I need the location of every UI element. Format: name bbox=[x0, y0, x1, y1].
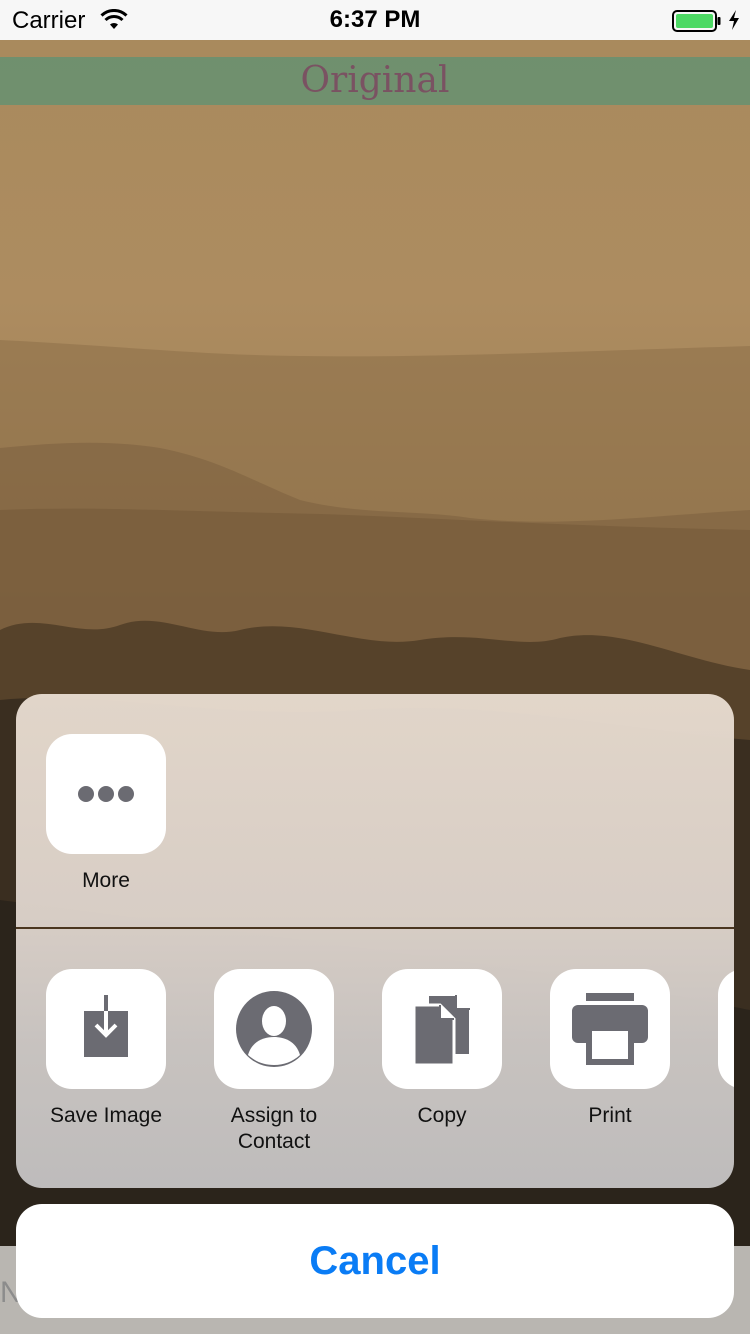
save-image-button[interactable] bbox=[46, 969, 166, 1089]
status-time: 6:37 PM bbox=[329, 6, 421, 33]
copy-icon bbox=[412, 994, 471, 1067]
more-dots-icon bbox=[78, 786, 134, 802]
charging-bolt-icon bbox=[729, 10, 739, 30]
next-action-tile[interactable] bbox=[718, 969, 734, 1089]
share-sheet: More Save Image Assign to Contact Copy P… bbox=[16, 694, 734, 1188]
more-button[interactable] bbox=[46, 734, 166, 854]
assign-to-contact-button[interactable] bbox=[214, 969, 334, 1089]
save-image-label: Save Image bbox=[49, 1104, 163, 1127]
print-label: Print bbox=[588, 1104, 632, 1127]
copy-button[interactable] bbox=[382, 969, 502, 1089]
image-title: Original bbox=[300, 60, 450, 101]
more-label: More bbox=[82, 869, 130, 892]
battery-icon bbox=[672, 10, 721, 32]
assign-to-contact-label: Assign to Contact bbox=[230, 1104, 318, 1153]
cancel-button[interactable]: Cancel bbox=[16, 1204, 734, 1318]
cancel-label: Cancel bbox=[309, 1239, 441, 1283]
title-band: Original bbox=[0, 57, 750, 105]
print-button[interactable] bbox=[550, 969, 670, 1089]
save-image-icon bbox=[84, 995, 128, 1057]
print-icon bbox=[572, 993, 648, 1065]
contact-icon bbox=[236, 991, 312, 1067]
copy-label: Copy bbox=[417, 1104, 467, 1127]
status-bar: Carrier 6:37 PM bbox=[0, 0, 750, 40]
sheet-divider bbox=[16, 927, 734, 929]
